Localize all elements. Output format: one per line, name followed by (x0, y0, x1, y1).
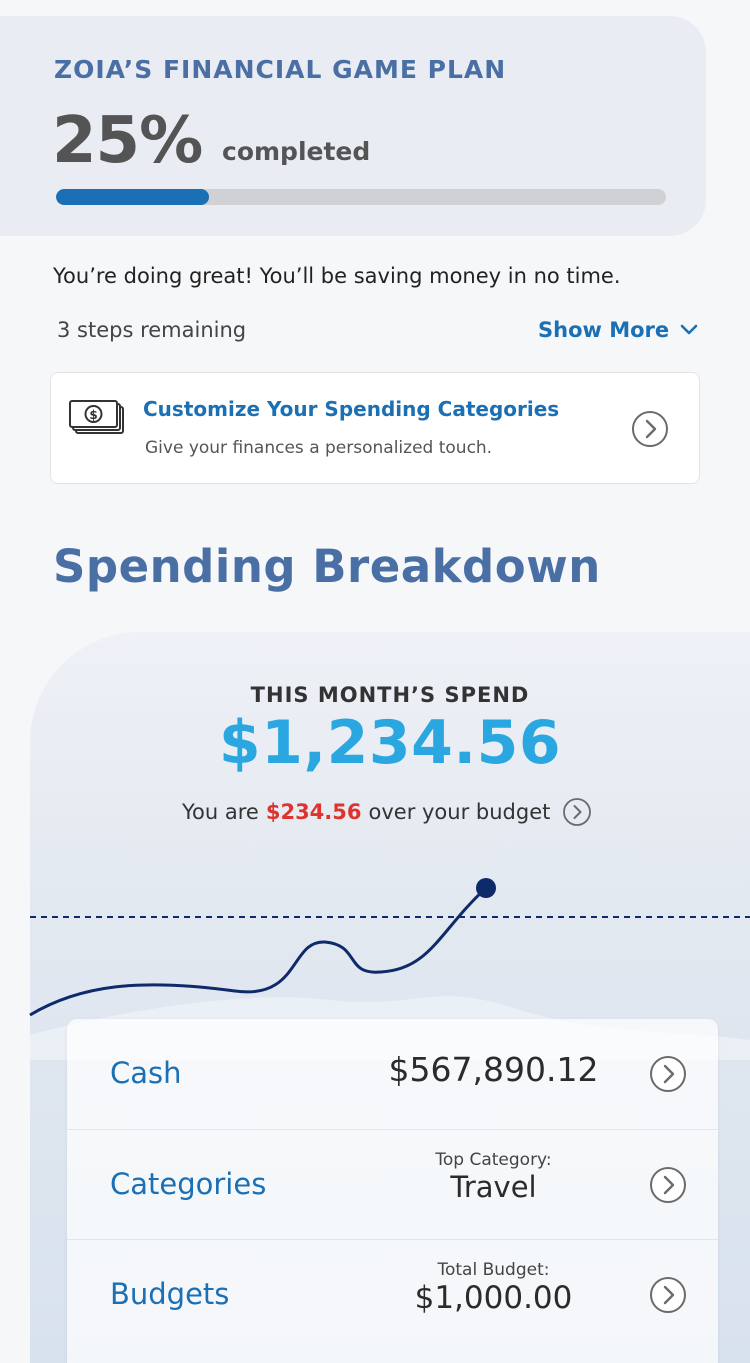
chevron-down-icon (680, 324, 698, 335)
progress-completed-label: completed (222, 137, 371, 166)
chevron-right-circle-icon[interactable] (649, 1276, 687, 1314)
current-spend-point (476, 878, 496, 898)
top-category-caption: Top Category: (435, 1150, 552, 1170)
show-more-label: Show More (538, 318, 670, 342)
row-label-budgets: Budgets (110, 1277, 230, 1311)
game-plan-title: ZOIA’S FINANCIAL GAME PLAN (54, 55, 507, 84)
encouragement-text: You’re doing great! You’ll be saving mon… (53, 264, 621, 288)
total-budget-value: $1,000.00 (414, 1280, 573, 1316)
spending-breakdown-title: Spending Breakdown (53, 540, 601, 593)
row-value-cash: $567,890.12 (387, 1050, 600, 1089)
budget-status-prefix: You are (182, 800, 259, 824)
row-value-categories: Top Category: Travel (387, 1150, 600, 1204)
task-title: Customize Your Spending Categories (143, 397, 560, 421)
task-card-customize-categories[interactable]: $ Customize Your Spending Categories Giv… (50, 372, 700, 484)
row-categories[interactable]: Categories Top Category: Travel (67, 1129, 718, 1240)
progress-percent: 25% (52, 104, 203, 178)
month-spend-label: THIS MONTH’S SPEND (250, 683, 530, 707)
cash-amount: $567,890.12 (388, 1050, 599, 1089)
svg-text:$: $ (89, 408, 97, 422)
chevron-right-circle-icon[interactable] (562, 797, 592, 827)
row-value-budgets: Total Budget: $1,000.00 (387, 1260, 600, 1316)
show-more-button[interactable]: Show More (538, 318, 699, 342)
row-budgets[interactable]: Budgets Total Budget: $1,000.00 (67, 1239, 718, 1350)
row-cash[interactable]: Cash $567,890.12 (67, 1019, 718, 1129)
budget-status-suffix: over your budget (368, 800, 551, 824)
total-budget-caption: Total Budget: (437, 1260, 550, 1280)
top-category-value: Travel (450, 1170, 537, 1204)
progress-bar-fill (56, 189, 209, 205)
row-label-cash: Cash (110, 1056, 182, 1090)
chevron-right-circle-icon[interactable] (649, 1166, 687, 1204)
progress-bar (56, 189, 666, 205)
over-budget-amount: $234.56 (265, 800, 362, 824)
budget-status: You are $234.56 over your budget (182, 797, 592, 827)
task-subtitle: Give your finances a personalized touch. (145, 438, 493, 458)
money-stack-icon: $ (69, 400, 124, 434)
month-spend-amount: $1,234.56 (218, 708, 562, 778)
summary-card: Cash $567,890.12 Categories Top Category… (67, 1019, 718, 1363)
steps-remaining: 3 steps remaining (57, 318, 247, 342)
chevron-right-circle-icon[interactable] (649, 1055, 687, 1093)
row-label-categories: Categories (110, 1167, 267, 1201)
chevron-right-circle-icon[interactable] (631, 410, 669, 448)
spending-trend-line (29, 886, 488, 1017)
